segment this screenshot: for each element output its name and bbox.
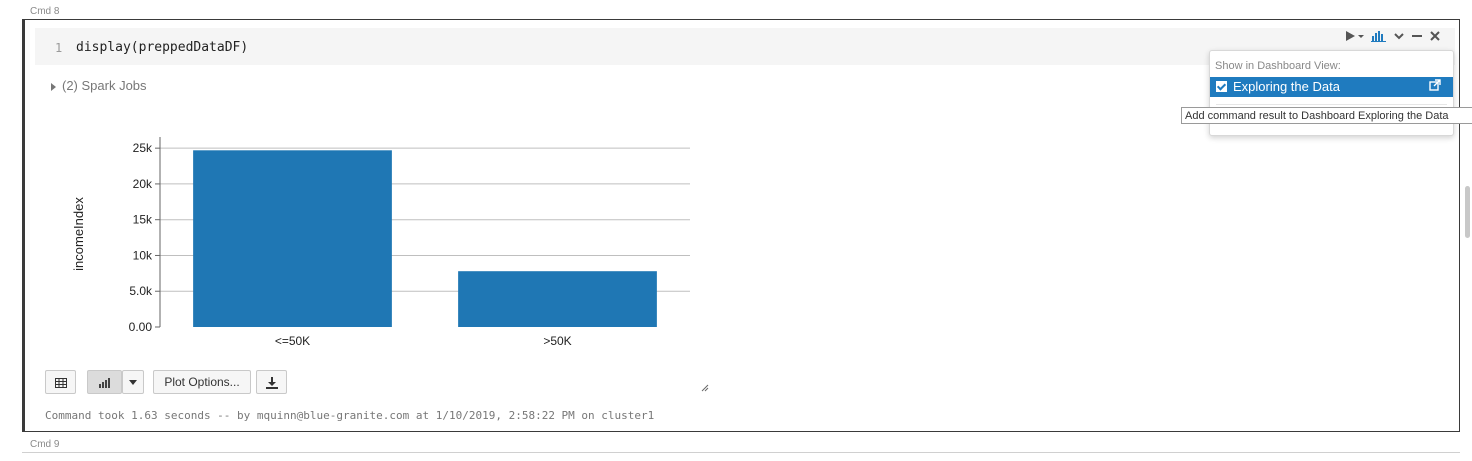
y-tick-label: 20k	[133, 177, 153, 191]
page-scrollbar[interactable]	[1465, 186, 1470, 238]
table-icon	[54, 375, 67, 389]
minimize-icon[interactable]	[1411, 29, 1423, 47]
cmd-8-label: Cmd 8	[30, 6, 60, 17]
chart-view-button[interactable]	[87, 370, 122, 394]
spark-jobs-toggle[interactable]: (2) Spark Jobs	[51, 78, 147, 93]
y-tick-label: 10k	[133, 248, 153, 262]
cmd-9-label: Cmd 9	[30, 439, 60, 450]
y-tick-label: 15k	[133, 213, 153, 227]
x-tick-label: >50K	[543, 334, 571, 348]
expand-triangle-icon	[51, 82, 56, 91]
dashboard-item-exploring-data[interactable]: Exploring the Data	[1210, 77, 1453, 97]
table-view-button[interactable]	[45, 370, 76, 394]
resize-handle-icon[interactable]	[701, 384, 709, 395]
x-tick-label: <=50K	[275, 334, 310, 348]
dashboard-item-label: Exploring the Data	[1233, 79, 1340, 94]
y-tick-label: 25k	[133, 141, 153, 155]
y-axis-label: incomeIndex	[71, 197, 86, 271]
plot-options-button[interactable]: Plot Options...	[153, 370, 251, 394]
code-line[interactable]: display(preppedDataDF)	[76, 40, 248, 55]
dashboard-tooltip: Add command result to Dashboard Explorin…	[1181, 107, 1472, 124]
bar-chart: 0.00 5.0k 10k 15k 20k 25k <=50K >50K incomeIndex	[71, 137, 690, 348]
caret-down-icon	[129, 380, 137, 386]
external-link-icon[interactable]	[1429, 77, 1441, 97]
line-number: 1	[55, 41, 63, 55]
dashboard-checkbox[interactable]	[1216, 81, 1227, 92]
dashboard-menu-title: Show in Dashboard View:	[1215, 60, 1341, 72]
spark-jobs-label: (2) Spark Jobs	[62, 78, 147, 93]
run-icon[interactable]	[1345, 29, 1365, 47]
cell-toolbar	[1345, 29, 1441, 47]
bar	[458, 271, 657, 327]
download-button[interactable]	[256, 370, 287, 394]
y-tick-label: 0.00	[129, 320, 153, 334]
menu-divider	[1216, 104, 1447, 105]
bar-chart-icon	[98, 375, 112, 389]
command-status: Command took 1.63 seconds -- by mquinn@b…	[45, 409, 655, 422]
chevron-down-icon[interactable]	[1393, 29, 1405, 47]
bar-chart-icon[interactable]	[1371, 29, 1387, 47]
notebook-cell-8[interactable]: 1 display(preppedDataDF) (2) Spark Jobs …	[22, 19, 1472, 432]
chart-type-dropdown[interactable]	[122, 370, 144, 394]
bar	[193, 150, 392, 327]
close-icon[interactable]	[1429, 29, 1441, 47]
y-tick-label: 5.0k	[129, 284, 153, 298]
download-icon	[265, 375, 278, 389]
